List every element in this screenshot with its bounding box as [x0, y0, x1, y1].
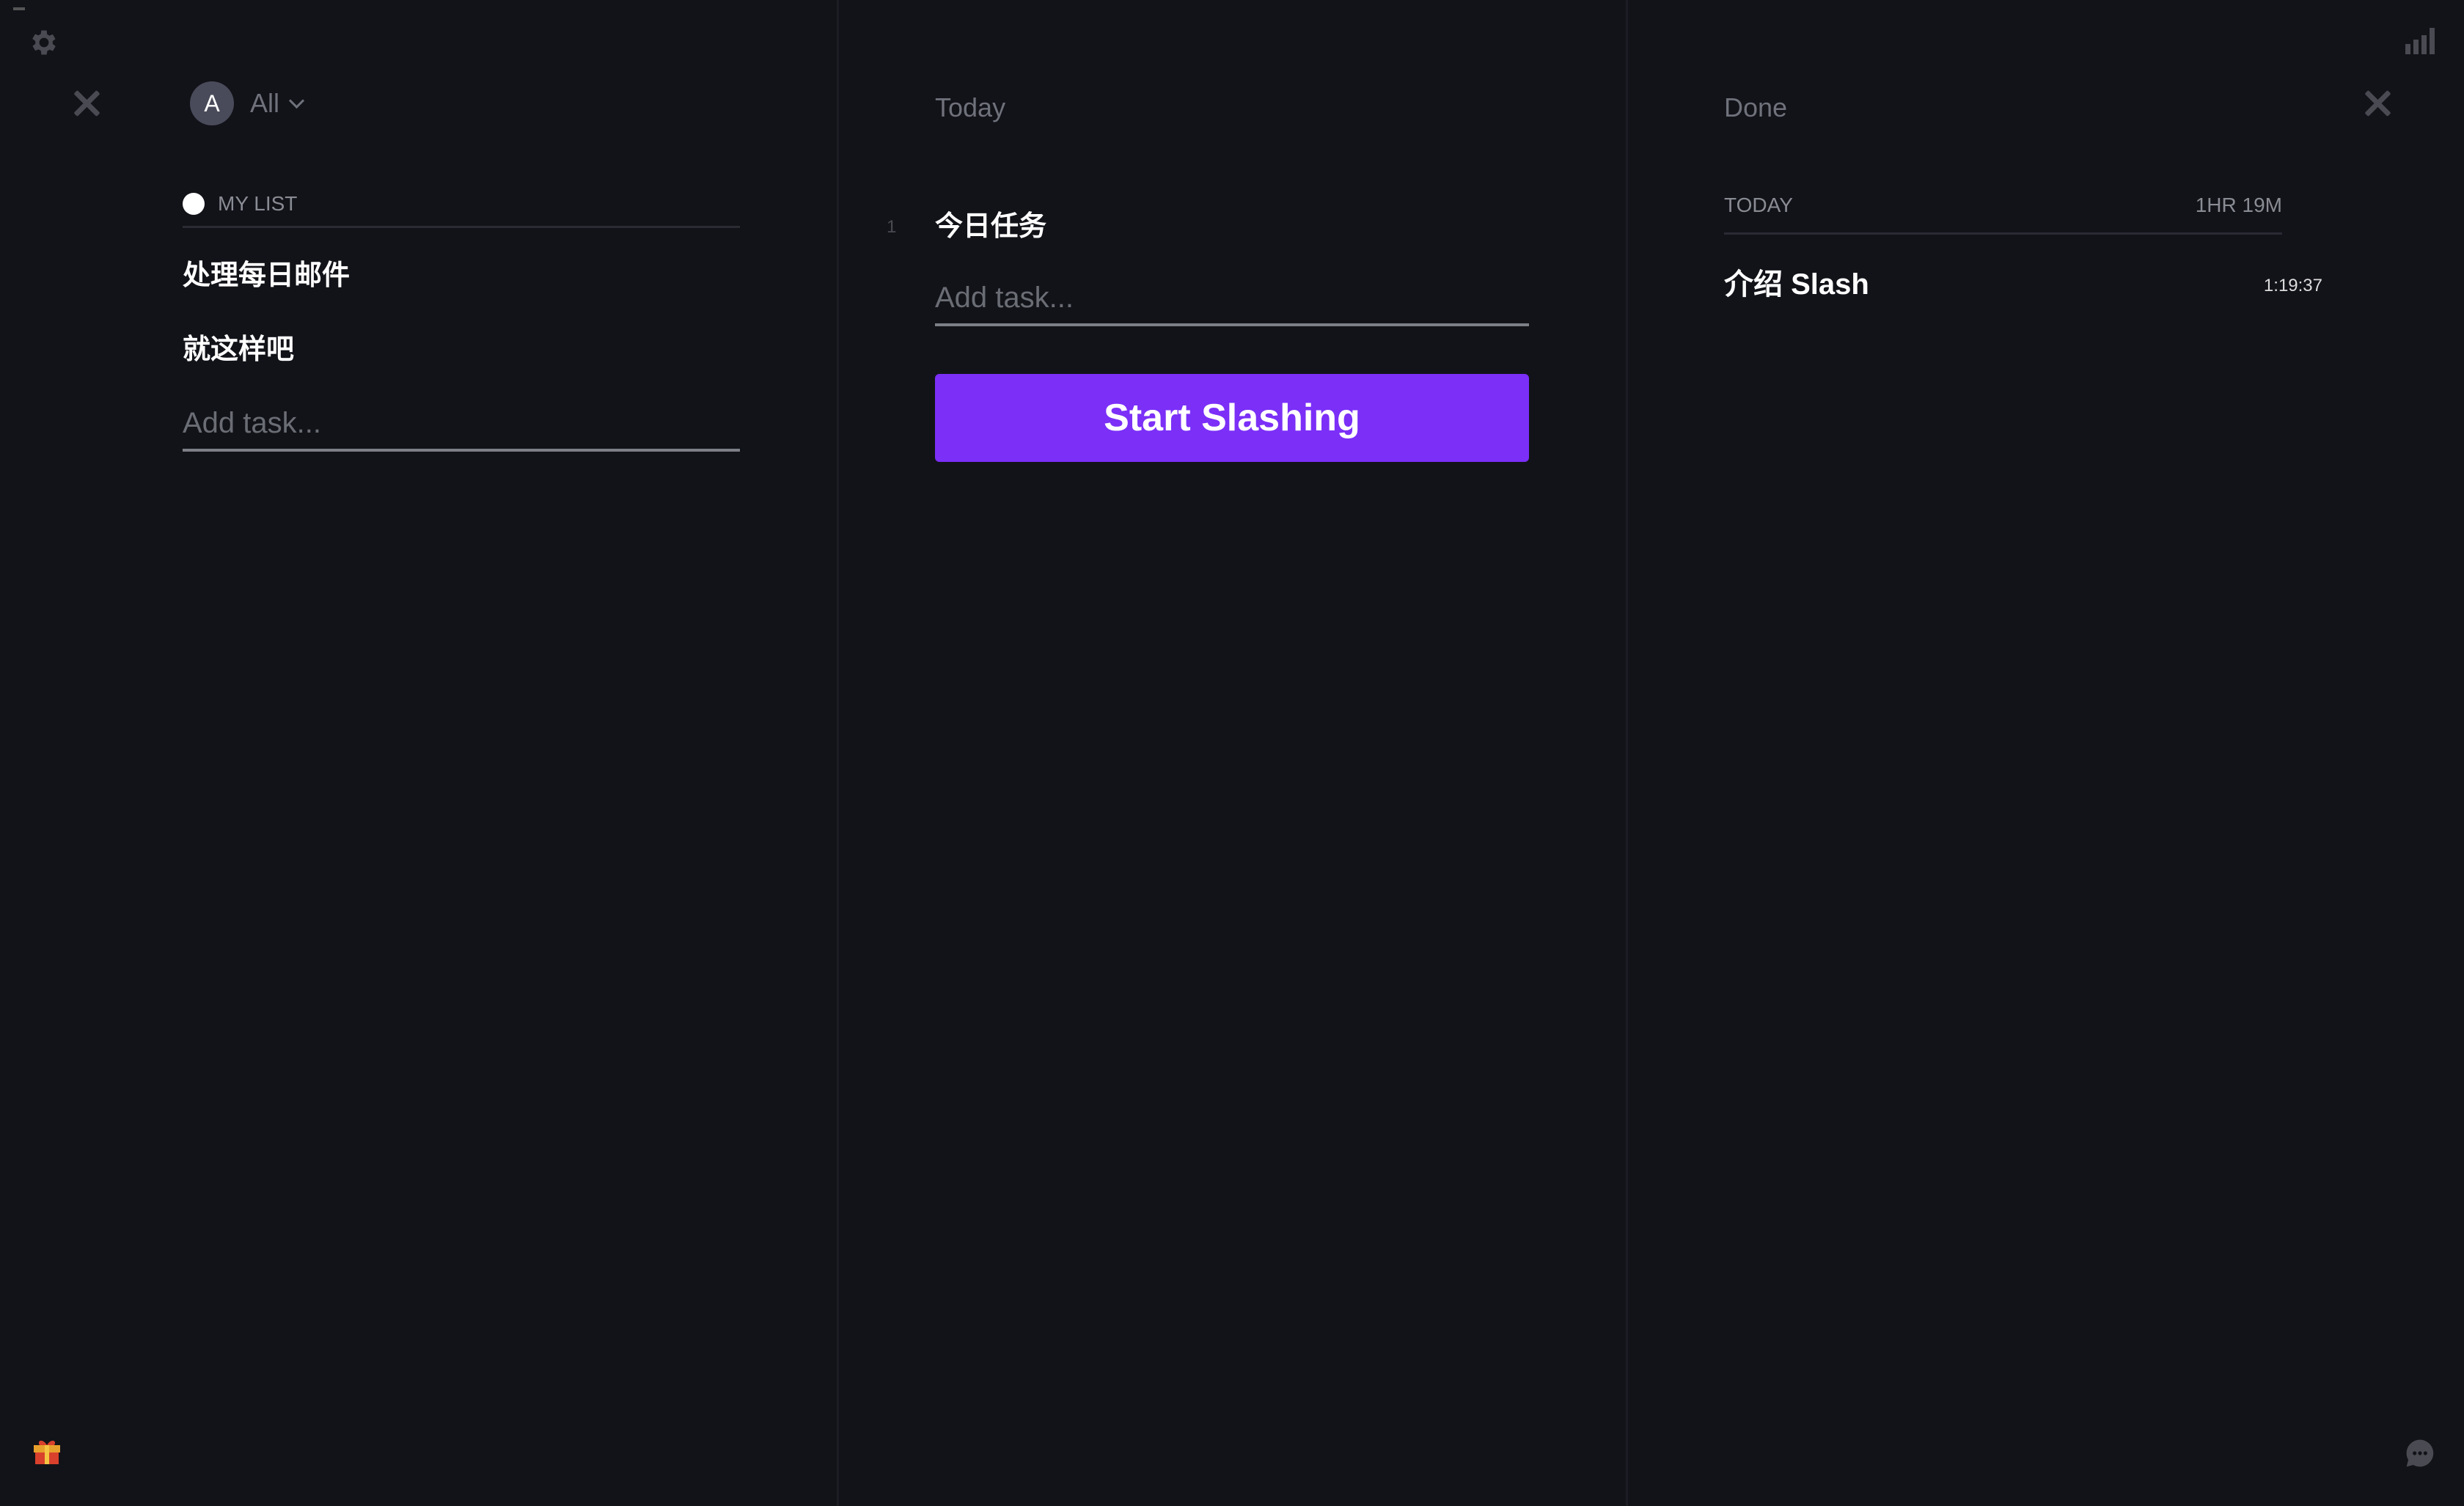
list-icon: [183, 193, 205, 215]
minimize-button[interactable]: [13, 7, 25, 10]
done-divider: [1724, 232, 2282, 235]
filter-label: All: [250, 88, 280, 118]
close-left-panel-button[interactable]: [72, 89, 101, 118]
chevron-down-icon: [288, 92, 305, 109]
done-title: Done: [1724, 92, 1788, 122]
bar-chart-icon[interactable]: [2405, 28, 2436, 54]
column-divider: [1626, 0, 1628, 1506]
done-section-label: TODAY: [1724, 194, 1793, 216]
list-filter-dropdown[interactable]: A All: [190, 81, 305, 125]
gift-icon[interactable]: [29, 1432, 65, 1467]
list-title: MY LIST: [218, 192, 298, 215]
list-item[interactable]: 就这样吧: [183, 336, 294, 364]
today-add-task-input[interactable]: [935, 282, 1529, 326]
chat-icon[interactable]: [2404, 1437, 2436, 1469]
list-header: MY LIST: [183, 192, 297, 216]
done-item[interactable]: 介绍 Slash: [1724, 270, 1869, 299]
today-title: Today: [935, 92, 1006, 122]
list-item[interactable]: 处理每日邮件: [183, 262, 350, 290]
today-task[interactable]: 今日任务: [935, 213, 1046, 240]
close-done-panel-button[interactable]: [2363, 89, 2392, 118]
gear-icon[interactable]: [28, 26, 60, 59]
task-index: 1: [887, 217, 897, 237]
left-add-task-input[interactable]: [183, 407, 740, 452]
done-section-total: 1HR 19M: [2195, 194, 2282, 216]
avatar: A: [190, 81, 234, 125]
start-slashing-button[interactable]: Start Slashing: [935, 374, 1529, 462]
column-divider: [837, 0, 839, 1506]
list-divider: [183, 226, 740, 228]
done-item-duration: 1:19:37: [2263, 276, 2322, 295]
